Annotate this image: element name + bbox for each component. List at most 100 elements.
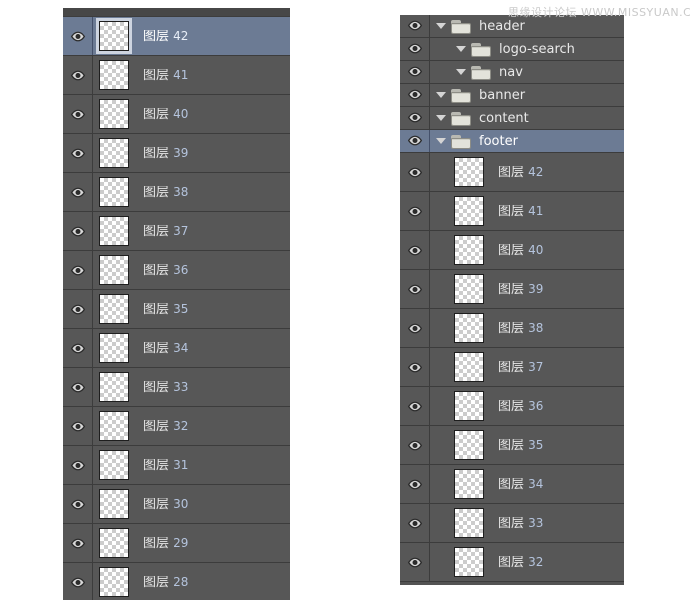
visibility-toggle[interactable] (400, 15, 430, 37)
eye-icon[interactable] (407, 436, 423, 455)
eye-icon[interactable] (70, 144, 86, 163)
eye-icon[interactable] (70, 105, 86, 124)
layer-group-row[interactable]: banner (400, 84, 624, 107)
visibility-toggle[interactable] (63, 446, 93, 484)
eye-icon[interactable] (407, 553, 423, 572)
layer-group-row[interactable]: content (400, 107, 624, 130)
visibility-toggle[interactable] (63, 563, 93, 600)
transparent-thumbnail[interactable] (454, 508, 484, 538)
chevron-down-icon[interactable] (436, 92, 446, 98)
layer-row[interactable]: 图层 42 (400, 153, 624, 192)
layer-row[interactable]: 图层 32 (63, 407, 290, 446)
visibility-toggle[interactable] (400, 61, 430, 83)
visibility-toggle[interactable] (400, 309, 430, 347)
visibility-toggle[interactable] (63, 368, 93, 406)
transparent-thumbnail[interactable] (99, 60, 129, 90)
chevron-down-icon[interactable] (436, 138, 446, 144)
layer-row[interactable]: 图层 28 (63, 563, 290, 600)
visibility-toggle[interactable] (63, 17, 93, 55)
eye-icon[interactable] (70, 183, 86, 202)
layer-row[interactable]: 图层 40 (400, 231, 624, 270)
layer-row[interactable]: 图层 41 (63, 56, 290, 95)
visibility-toggle[interactable] (63, 290, 93, 328)
transparent-thumbnail[interactable] (454, 313, 484, 343)
eye-icon[interactable] (407, 475, 423, 494)
eye-icon[interactable] (407, 163, 423, 182)
transparent-thumbnail[interactable] (454, 196, 484, 226)
layer-group-body[interactable]: content (430, 107, 624, 129)
transparent-thumbnail[interactable] (99, 372, 129, 402)
layer-row[interactable]: 图层 40 (63, 95, 290, 134)
transparent-thumbnail[interactable] (99, 528, 129, 558)
visibility-toggle[interactable] (400, 465, 430, 503)
transparent-thumbnail[interactable] (454, 235, 484, 265)
transparent-thumbnail[interactable] (99, 255, 129, 285)
layer-row[interactable]: 图层 34 (400, 465, 624, 504)
visibility-toggle[interactable] (400, 231, 430, 269)
eye-icon[interactable] (407, 65, 423, 80)
eye-icon[interactable] (407, 111, 423, 126)
eye-icon[interactable] (70, 378, 86, 397)
transparent-thumbnail[interactable] (99, 411, 129, 441)
chevron-down-icon[interactable] (456, 69, 466, 75)
layer-row[interactable]: 图层 36 (400, 387, 624, 426)
transparent-thumbnail[interactable] (454, 274, 484, 304)
eye-icon[interactable] (70, 573, 86, 592)
visibility-toggle[interactable] (63, 485, 93, 523)
visibility-toggle[interactable] (400, 38, 430, 60)
eye-icon[interactable] (407, 134, 423, 149)
chevron-down-icon[interactable] (436, 115, 446, 121)
layer-group-row[interactable]: footer (400, 130, 624, 153)
visibility-toggle[interactable] (400, 543, 430, 581)
transparent-thumbnail[interactable] (454, 430, 484, 460)
transparent-thumbnail[interactable] (99, 567, 129, 597)
layer-row[interactable]: 图层 32 (400, 543, 624, 582)
layer-group-body[interactable]: banner (430, 84, 624, 106)
layer-row[interactable]: 图层 29 (63, 524, 290, 563)
layer-row[interactable]: 图层 41 (400, 192, 624, 231)
layer-group-row[interactable]: nav (400, 61, 624, 84)
transparent-thumbnail[interactable] (99, 450, 129, 480)
eye-icon[interactable] (70, 339, 86, 358)
layer-row[interactable]: 图层 38 (400, 309, 624, 348)
transparent-thumbnail[interactable] (99, 99, 129, 129)
layer-row[interactable]: 图层 31 (63, 446, 290, 485)
layer-row[interactable]: 图层 33 (400, 504, 624, 543)
visibility-toggle[interactable] (63, 56, 93, 94)
eye-icon[interactable] (407, 241, 423, 260)
visibility-toggle[interactable] (63, 134, 93, 172)
visibility-toggle[interactable] (63, 407, 93, 445)
layer-group-body[interactable]: logo-search (430, 38, 624, 60)
eye-icon[interactable] (70, 66, 86, 85)
eye-icon[interactable] (70, 222, 86, 241)
eye-icon[interactable] (407, 319, 423, 338)
layer-row[interactable]: 图层 36 (63, 251, 290, 290)
transparent-thumbnail[interactable] (99, 21, 129, 51)
eye-icon[interactable] (407, 280, 423, 299)
layer-row[interactable]: 图层 34 (63, 329, 290, 368)
eye-icon[interactable] (407, 514, 423, 533)
layer-row[interactable]: 图层 38 (63, 173, 290, 212)
visibility-toggle[interactable] (400, 387, 430, 425)
visibility-toggle[interactable] (400, 270, 430, 308)
visibility-toggle[interactable] (63, 251, 93, 289)
visibility-toggle[interactable] (400, 107, 430, 129)
transparent-thumbnail[interactable] (454, 352, 484, 382)
visibility-toggle[interactable] (400, 130, 430, 152)
visibility-toggle[interactable] (63, 212, 93, 250)
eye-icon[interactable] (70, 456, 86, 475)
eye-icon[interactable] (70, 417, 86, 436)
eye-icon[interactable] (407, 19, 423, 34)
eye-icon[interactable] (70, 534, 86, 553)
visibility-toggle[interactable] (400, 504, 430, 542)
layer-row[interactable]: 图层 39 (400, 270, 624, 309)
eye-icon[interactable] (407, 358, 423, 377)
chevron-down-icon[interactable] (436, 23, 446, 29)
layer-row[interactable]: 图层 30 (63, 485, 290, 524)
transparent-thumbnail[interactable] (454, 391, 484, 421)
layer-row[interactable]: 图层 37 (400, 348, 624, 387)
transparent-thumbnail[interactable] (99, 177, 129, 207)
layer-row[interactable]: 图层 42 (63, 17, 290, 56)
layer-group-body[interactable]: nav (430, 61, 624, 83)
layer-row[interactable]: 图层 33 (63, 368, 290, 407)
